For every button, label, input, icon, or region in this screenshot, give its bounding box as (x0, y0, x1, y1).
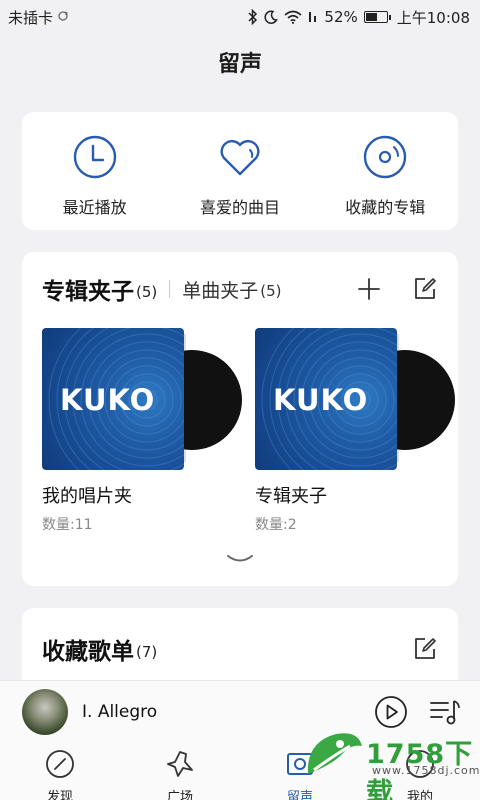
edit-folders-button[interactable] (412, 276, 438, 302)
folder-quantity: 数量:2 (255, 517, 297, 533)
quick-actions-card: 最近播放 喜爱的曲目 收藏的专辑 (22, 112, 458, 230)
bluetooth-icon (248, 9, 258, 25)
plus-icon (358, 278, 380, 300)
folder-name: 我的唱片夹 (42, 486, 132, 507)
edit-icon (415, 638, 436, 659)
nav-discover-label: 发现 (46, 790, 73, 800)
recent-play-label: 最近播放 (62, 198, 127, 217)
nav-plaza-label: 广场 (166, 790, 193, 800)
folders-card: 专辑夹子 (5) 单曲夹子 (5) KUKO 我的唱片夹 数量:11 KUKO … (22, 252, 458, 586)
expand-chevron-icon[interactable] (225, 550, 255, 569)
cover-logo-text: KUKO (273, 383, 369, 417)
track-artwork[interactable] (22, 688, 68, 735)
favorite-tracks-button[interactable]: 喜爱的曲目 (175, 134, 305, 218)
clock-time: 上午10:08 (396, 8, 470, 27)
battery-icon (363, 11, 391, 23)
battery-percent: 52% (324, 8, 358, 26)
folder-quantity: 数量:11 (42, 517, 93, 533)
tab-album-folders[interactable]: 专辑夹子 (42, 272, 134, 306)
compass-icon (46, 750, 74, 778)
heart-icon (217, 134, 263, 184)
wifi-icon (284, 10, 302, 24)
folder-item-album-folder[interactable]: KUKO 专辑夹子 数量:2 (255, 328, 455, 534)
carrier-label: 未插卡 (8, 8, 54, 27)
album-folders-count: (5) (136, 283, 158, 301)
watermark-leaf-icon (307, 733, 362, 774)
album-cover: KUKO (42, 328, 242, 470)
playlists-title: 收藏歌单 (42, 639, 134, 665)
signal-icon (308, 10, 318, 24)
edit-icon (415, 278, 436, 299)
watermark-url: www.1758dj.com (372, 764, 480, 777)
tab-divider (169, 280, 171, 298)
disc-icon (362, 134, 408, 184)
clock-icon (72, 134, 118, 184)
watermark-logo: 1758下载 www.1758dj.com (300, 724, 480, 800)
nav-discover[interactable]: 发现 (15, 748, 105, 800)
saved-albums-button[interactable]: 收藏的专辑 (320, 134, 450, 218)
saved-albums-label: 收藏的专辑 (345, 198, 426, 217)
status-bar: 未插卡 52% 上午10:08 (0, 0, 480, 34)
cover-logo-text: KUKO (60, 383, 156, 417)
nav-plaza[interactable]: 广场 (135, 748, 225, 800)
sync-icon (57, 8, 69, 26)
single-folders-count: (5) (260, 281, 282, 300)
playlists-count: (7) (136, 643, 158, 661)
page-title: 留声 (217, 52, 262, 77)
folder-name: 专辑夹子 (255, 486, 327, 507)
edit-playlists-button[interactable] (412, 636, 438, 662)
tab-single-folders[interactable]: 单曲夹子 (182, 276, 258, 303)
folder-item-my-records[interactable]: KUKO 我的唱片夹 数量:11 (42, 328, 242, 534)
album-cover: KUKO (255, 328, 455, 470)
plaza-icon (167, 751, 193, 777)
recent-play-button[interactable]: 最近播放 (30, 134, 160, 218)
nav-records-label: 留声 (286, 790, 313, 800)
moon-icon (264, 10, 279, 24)
favorite-tracks-label: 喜爱的曲目 (199, 198, 280, 217)
folder-tabs: 专辑夹子 (5) 单曲夹子 (5) (42, 272, 438, 306)
track-title[interactable]: I. Allegro (82, 702, 157, 722)
add-folder-button[interactable] (356, 276, 382, 302)
